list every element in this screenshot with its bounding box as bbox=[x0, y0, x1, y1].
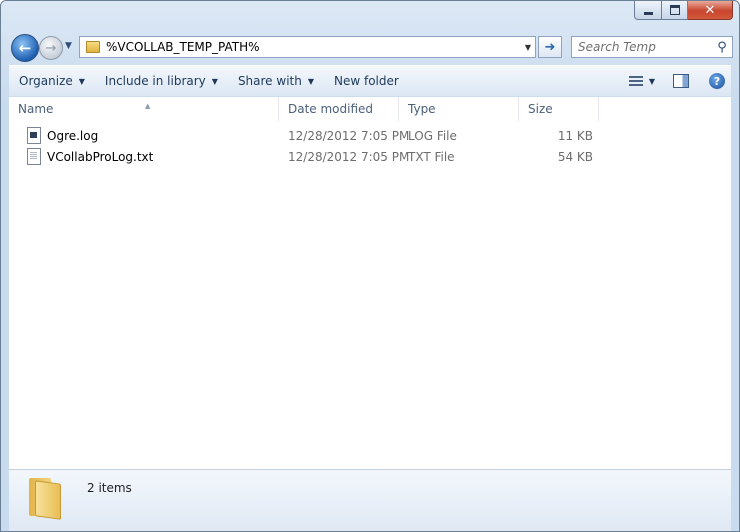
maximize-icon bbox=[669, 5, 680, 15]
column-header-size[interactable]: Size bbox=[519, 97, 599, 121]
column-size-label: Size bbox=[528, 102, 553, 116]
search-input[interactable] bbox=[572, 40, 712, 54]
chevron-down-icon: ▼ bbox=[211, 76, 218, 86]
back-arrow-icon: ← bbox=[18, 39, 32, 57]
caption-buttons: ✕ bbox=[634, 1, 733, 21]
address-path[interactable]: %VCOLLAB_TEMP_PATH% bbox=[106, 40, 521, 54]
column-type-label: Type bbox=[408, 102, 436, 116]
back-button[interactable]: ← bbox=[11, 34, 39, 62]
address-bar[interactable]: %VCOLLAB_TEMP_PATH% ▼ bbox=[79, 36, 536, 58]
organize-button[interactable]: Organize ▼ bbox=[9, 66, 95, 96]
folder-icon bbox=[86, 41, 100, 53]
text-file-icon bbox=[27, 148, 41, 165]
folder-icon bbox=[29, 478, 61, 520]
close-icon: ✕ bbox=[704, 2, 716, 18]
explorer-window: ✕ ← → ▼ %VCOLLAB_TEMP_PATH% ▼ ➜ ⚲ Organi… bbox=[0, 0, 740, 532]
file-date: 12/28/2012 7:05 PM bbox=[288, 128, 410, 143]
search-box[interactable]: ⚲ bbox=[571, 36, 733, 58]
file-list-area[interactable]: ▲ Name Date modified Type Size Ogre.log … bbox=[9, 97, 731, 469]
close-button[interactable]: ✕ bbox=[688, 1, 733, 20]
column-headers: ▲ Name Date modified Type Size bbox=[9, 97, 731, 121]
preview-pane-icon[interactable] bbox=[673, 74, 689, 88]
forward-arrow-icon: → bbox=[45, 40, 57, 56]
maximize-button[interactable] bbox=[662, 1, 688, 20]
new-folder-button[interactable]: New folder bbox=[324, 66, 409, 96]
address-dropdown-icon[interactable]: ▼ bbox=[521, 43, 535, 52]
file-name: VCollabProLog.txt bbox=[47, 149, 154, 164]
search-icon[interactable]: ⚲ bbox=[712, 40, 732, 55]
file-size: 11 KB bbox=[557, 128, 593, 143]
file-rows: Ogre.log 12/28/2012 7:05 PM LOG File 11 … bbox=[9, 125, 731, 167]
new-folder-label: New folder bbox=[334, 74, 399, 88]
column-name-label: Name bbox=[18, 102, 54, 116]
chevron-down-icon: ▼ bbox=[307, 76, 314, 86]
view-options-dropdown[interactable]: ▼ bbox=[649, 77, 655, 86]
command-bar-right: ▼ ? bbox=[628, 66, 725, 96]
column-header-name[interactable]: ▲ Name bbox=[9, 97, 279, 121]
organize-label: Organize bbox=[19, 74, 73, 88]
help-icon[interactable]: ? bbox=[709, 73, 725, 89]
file-row[interactable]: Ogre.log 12/28/2012 7:05 PM LOG File 11 … bbox=[9, 125, 731, 146]
share-with-button[interactable]: Share with ▼ bbox=[228, 66, 324, 96]
log-file-icon bbox=[27, 127, 41, 144]
column-header-type[interactable]: Type bbox=[399, 97, 519, 121]
minimize-icon bbox=[643, 11, 653, 15]
column-header-date[interactable]: Date modified bbox=[279, 97, 399, 121]
chevron-down-icon: ▼ bbox=[78, 76, 85, 86]
file-type: TXT File bbox=[408, 149, 455, 164]
file-type: LOG File bbox=[408, 128, 457, 143]
file-date: 12/28/2012 7:05 PM bbox=[288, 149, 410, 164]
file-row[interactable]: VCollabProLog.txt 12/28/2012 7:05 PM TXT… bbox=[9, 146, 731, 167]
forward-button[interactable]: → bbox=[39, 36, 63, 60]
sort-ascending-icon: ▲ bbox=[145, 102, 151, 110]
column-date-label: Date modified bbox=[288, 102, 374, 116]
include-in-library-button[interactable]: Include in library ▼ bbox=[95, 66, 228, 96]
change-view-icon[interactable] bbox=[628, 75, 643, 87]
share-with-label: Share with bbox=[237, 74, 302, 88]
navigation-bar: ← → ▼ %VCOLLAB_TEMP_PATH% ▼ ➜ ⚲ bbox=[9, 33, 733, 62]
go-arrow-icon: ➜ bbox=[544, 39, 556, 55]
details-pane: 2 items bbox=[9, 469, 731, 531]
file-name-cell[interactable]: Ogre.log bbox=[9, 127, 279, 144]
minimize-button[interactable] bbox=[634, 1, 662, 20]
go-button[interactable]: ➜ bbox=[538, 36, 562, 58]
command-bar: Organize ▼ Include in library ▼ Share with… bbox=[9, 65, 731, 96]
file-name-cell[interactable]: VCollabProLog.txt bbox=[9, 148, 279, 165]
file-size: 54 KB bbox=[557, 149, 593, 164]
recent-pages-dropdown[interactable]: ▼ bbox=[65, 41, 75, 51]
item-count: 2 items bbox=[87, 481, 132, 495]
file-name: Ogre.log bbox=[47, 128, 99, 143]
include-in-library-label: Include in library bbox=[104, 74, 206, 88]
